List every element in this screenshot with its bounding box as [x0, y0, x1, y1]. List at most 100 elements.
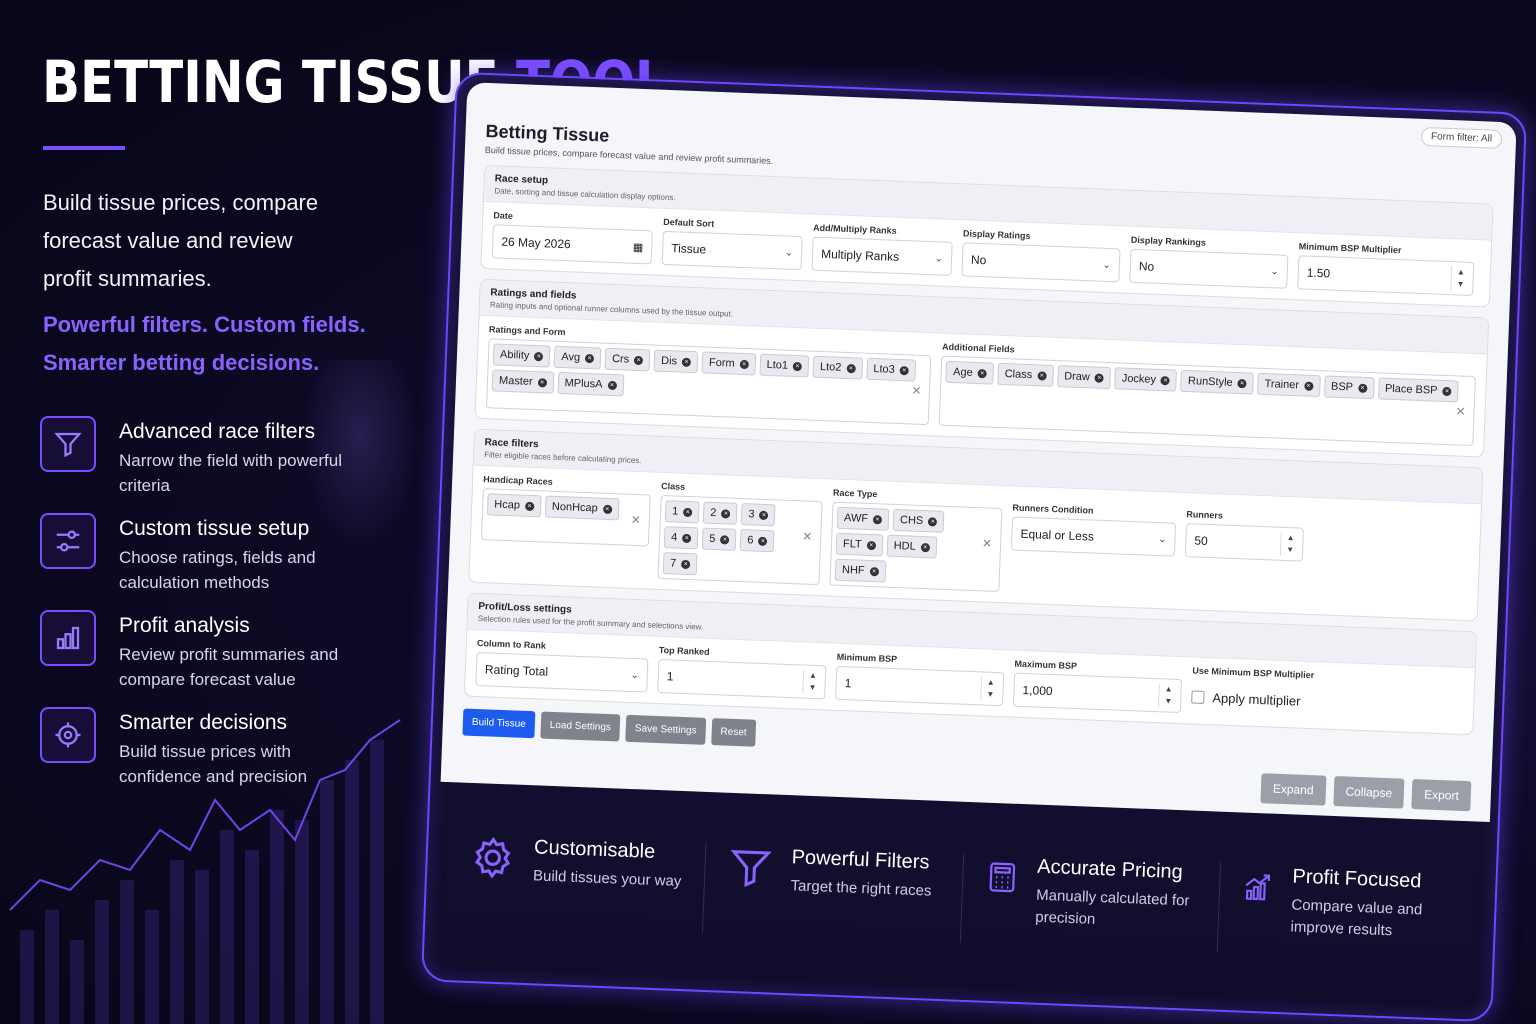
close-icon[interactable]: ×: [1094, 373, 1104, 383]
close-icon[interactable]: ×: [683, 507, 693, 517]
class-multiselect[interactable]: 1 × 2 × 3 × 4 × 5 × 6 × 7 × ✕: [657, 494, 823, 586]
close-icon[interactable]: ×: [899, 365, 909, 375]
tag-chip[interactable]: 5 ×: [701, 527, 737, 551]
top-ranked-input[interactable]: 1 ▲ ▼: [657, 658, 827, 700]
close-icon[interactable]: ×: [872, 514, 883, 524]
close-icon[interactable]: ×: [537, 377, 547, 387]
tag-chip[interactable]: 1 ×: [664, 500, 700, 524]
tag-chip[interactable]: Master ×: [491, 369, 555, 394]
tag-chip[interactable]: 2 ×: [702, 501, 738, 525]
close-icon[interactable]: ×: [759, 510, 769, 520]
tag-chip[interactable]: Dis ×: [653, 349, 699, 374]
display-ratings-select[interactable]: No ⌄: [961, 242, 1121, 283]
close-icon[interactable]: ×: [1160, 375, 1171, 385]
close-icon[interactable]: ×: [792, 361, 803, 371]
apply-multiplier-checkbox[interactable]: [1191, 689, 1205, 704]
close-icon[interactable]: ×: [866, 540, 876, 550]
stepper-icon[interactable]: ▲ ▼: [980, 676, 996, 701]
collapse-button[interactable]: Collapse: [1332, 775, 1405, 809]
close-icon[interactable]: ×: [681, 357, 692, 367]
tag-chip[interactable]: 3 ×: [740, 503, 776, 527]
tag-chip[interactable]: Trainer ×: [1257, 372, 1321, 398]
tag-chip[interactable]: Crs ×: [604, 347, 651, 372]
tag-chip[interactable]: CHS ×: [892, 508, 945, 533]
tag-chip[interactable]: Class ×: [997, 362, 1054, 387]
stepper-icon[interactable]: ▲ ▼: [1279, 531, 1295, 557]
date-input[interactable]: 26 May 2026 ▦: [491, 224, 653, 265]
tag-chip[interactable]: BSP ×: [1323, 375, 1375, 400]
bsp-multiplier-input[interactable]: 1.50 ▲ ▼: [1297, 255, 1475, 296]
tag-chip[interactable]: Draw ×: [1056, 365, 1112, 390]
display-rankings-select[interactable]: No ⌄: [1129, 248, 1289, 289]
close-icon[interactable]: ×: [607, 380, 617, 390]
tag-chip[interactable]: Avg ×: [553, 345, 602, 370]
stepper-icon[interactable]: ▲ ▼: [802, 669, 818, 695]
tag-chip[interactable]: 6 ×: [739, 529, 775, 553]
minimum-bsp-input[interactable]: 1 ▲ ▼: [835, 665, 1005, 707]
ranks-select[interactable]: Multiply Ranks ⌄: [811, 236, 953, 276]
tag-chip[interactable]: Ability ×: [492, 343, 551, 368]
close-icon[interactable]: ×: [1237, 378, 1247, 388]
close-icon[interactable]: ×: [1357, 383, 1368, 393]
close-icon[interactable]: ×: [846, 363, 856, 373]
close-icon[interactable]: ×: [869, 566, 879, 576]
close-icon[interactable]: ×: [758, 536, 768, 546]
close-icon[interactable]: ×: [681, 559, 691, 569]
clear-icon[interactable]: ✕: [630, 513, 641, 527]
tag-chip[interactable]: RunStyle ×: [1180, 369, 1255, 395]
tag-chip[interactable]: NonHcap ×: [544, 495, 620, 521]
tag-chip[interactable]: Age ×: [945, 360, 995, 385]
tag-chip[interactable]: AWF ×: [836, 506, 890, 531]
tag-chip[interactable]: FLT ×: [835, 532, 884, 557]
tag-chip[interactable]: Form ×: [701, 351, 757, 376]
tag-chip[interactable]: 4 ×: [663, 526, 699, 550]
tag-chip[interactable]: 7 ×: [662, 552, 698, 576]
close-icon[interactable]: ×: [584, 353, 595, 363]
close-icon[interactable]: ×: [633, 355, 644, 365]
maximum-bsp-input[interactable]: 1,000 ▲ ▼: [1012, 672, 1183, 714]
clear-icon[interactable]: ✕: [1455, 404, 1466, 418]
tag-chip[interactable]: MPlusA ×: [557, 371, 624, 397]
default-sort-select[interactable]: Tissue ⌄: [661, 230, 803, 271]
close-icon[interactable]: ×: [1442, 386, 1452, 396]
export-button[interactable]: Export: [1411, 779, 1472, 812]
clear-icon[interactable]: ✕: [982, 536, 993, 550]
column-to-rank-select[interactable]: Rating Total ⌄: [475, 651, 649, 693]
reset-button[interactable]: Reset: [711, 718, 757, 747]
close-icon[interactable]: ×: [534, 351, 544, 361]
close-icon[interactable]: ×: [682, 533, 692, 543]
load-settings-button[interactable]: Load Settings: [540, 711, 621, 742]
runners-input[interactable]: 50 ▲ ▼: [1184, 523, 1304, 562]
tag-chip[interactable]: Lto2 ×: [812, 355, 863, 380]
ratings-form-multiselect[interactable]: Ability × Avg × Crs × Dis × Form × Lto1 × Lto2…: [485, 338, 932, 426]
tag-chip[interactable]: Jockey ×: [1114, 367, 1178, 392]
close-icon[interactable]: ×: [602, 504, 612, 514]
additional-fields-multiselect[interactable]: Age × Class × Draw × Jockey × RunStyle × Trai…: [939, 355, 1476, 447]
tag-chip[interactable]: Lto1 ×: [759, 353, 810, 378]
tag-chip[interactable]: HDL ×: [886, 534, 938, 559]
clear-icon[interactable]: ✕: [802, 529, 813, 543]
close-icon[interactable]: ×: [739, 359, 749, 369]
handicap-multiselect[interactable]: Hcap × NonHcap × ✕: [480, 488, 651, 547]
stepper-icon[interactable]: ▲ ▼: [1158, 683, 1173, 708]
close-icon[interactable]: ×: [524, 501, 535, 511]
stepper-icon[interactable]: ▲ ▼: [1450, 266, 1466, 291]
save-settings-button[interactable]: Save Settings: [625, 714, 707, 745]
clear-icon[interactable]: ✕: [911, 383, 922, 397]
tag-chip[interactable]: Place BSP ×: [1377, 377, 1459, 403]
close-icon[interactable]: ×: [977, 368, 987, 378]
close-icon[interactable]: ×: [721, 508, 731, 519]
calendar-icon[interactable]: ▦: [633, 240, 644, 253]
close-icon[interactable]: ×: [920, 542, 930, 552]
expand-button[interactable]: Expand: [1260, 773, 1327, 806]
form-filter-badge[interactable]: Form filter: All: [1420, 126, 1503, 149]
build-tissue-button[interactable]: Build Tissue: [462, 708, 536, 739]
close-icon[interactable]: ×: [928, 516, 938, 527]
race-type-multiselect[interactable]: AWF × CHS × FLT × HDL × NHF × ✕: [829, 501, 1003, 593]
close-icon[interactable]: ×: [1037, 370, 1047, 381]
close-icon[interactable]: ×: [1303, 381, 1314, 391]
close-icon[interactable]: ×: [720, 534, 730, 545]
tag-chip[interactable]: Lto3 ×: [865, 357, 917, 382]
tag-chip[interactable]: Hcap ×: [486, 493, 542, 518]
runners-condition-select[interactable]: Equal or Less ⌄: [1010, 516, 1177, 557]
